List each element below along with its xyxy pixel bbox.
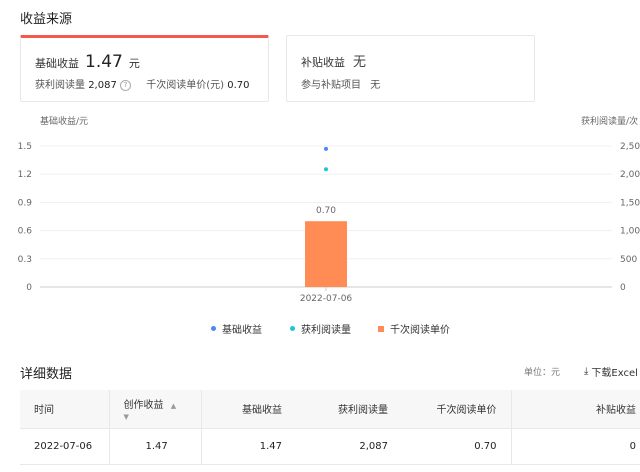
- col-header-time[interactable]: 时间: [20, 390, 110, 429]
- cell-base-income: 1.47: [201, 428, 296, 465]
- legend-reads[interactable]: 获利阅读量: [290, 321, 351, 336]
- reads-value: 2,087: [88, 80, 117, 91]
- legend-label: 千次阅读单价: [390, 325, 450, 336]
- col-header-creation-income[interactable]: 创作收益 ▲ ▼: [109, 390, 202, 429]
- cpm-label: 千次阅读单价(元): [146, 80, 225, 91]
- income-chart: 基础收益/元 获利阅读量/次 1.5 1.2 0.9 0.6 0.3 0 2,500 2,000 1…: [18, 115, 640, 304]
- cell-subsidy: 0: [511, 428, 640, 465]
- legend-label: 获利阅读量: [301, 325, 351, 336]
- right-tick-label: 0: [620, 283, 626, 293]
- cell-reads: 2,087: [296, 428, 402, 465]
- x-tick-label: 2022-07-06: [300, 294, 353, 304]
- left-tick-label: 1.5: [18, 142, 32, 152]
- legend-dot-icon: [211, 326, 216, 331]
- legend-base-income[interactable]: 基础收益: [211, 321, 262, 336]
- left-tick-label: 0: [26, 283, 32, 293]
- download-icon: ⤓: [584, 366, 589, 377]
- left-tick-label: 1.2: [18, 170, 32, 180]
- cpm-value: 0.70: [227, 80, 250, 91]
- legend-cpm[interactable]: 千次阅读单价: [378, 321, 450, 336]
- subsidy-project-label: 参与补贴项目: [301, 80, 361, 91]
- subsidy-project-value: 无: [370, 80, 381, 91]
- left-tick-label: 0.6: [18, 227, 33, 237]
- cell-time: 2022-07-06: [20, 428, 110, 465]
- section-title: 收益来源: [20, 12, 73, 27]
- reads-label: 获利阅读量: [35, 80, 85, 91]
- left-axis-label: 基础收益/元: [40, 115, 88, 127]
- base-income-value: 1.47: [85, 52, 123, 72]
- detail-title: 详细数据: [20, 367, 73, 382]
- right-tick-label: 2,500: [620, 142, 640, 152]
- col-header-base-income[interactable]: 基础收益: [201, 390, 296, 429]
- download-excel-button[interactable]: ⤓ 下载Excel: [584, 364, 638, 379]
- cell-creation-income: 1.47: [109, 428, 202, 465]
- subsidy-card[interactable]: 补贴收益 无 参与补贴项目 无: [286, 35, 535, 102]
- right-tick-label: 2,000: [620, 170, 640, 180]
- subsidy-label: 补贴收益: [301, 56, 345, 69]
- point-reads: [324, 167, 328, 172]
- right-tick-label: 1,000: [620, 227, 640, 237]
- base-income-label: 基础收益: [35, 57, 79, 70]
- left-tick-label: 0.3: [18, 255, 32, 265]
- legend-dot-icon: [290, 326, 295, 331]
- col-header-cpm[interactable]: 千次阅读单价: [402, 390, 512, 429]
- legend-label: 基础收益: [222, 325, 262, 336]
- base-income-unit: 元: [128, 57, 140, 70]
- unit-label: 单位：元: [524, 368, 561, 378]
- right-axis-label: 获利阅读量/次: [581, 115, 638, 127]
- col-header-label: 创作收益: [123, 399, 164, 411]
- table-header-row: 时间 创作收益 ▲ ▼ 基础收益 获利阅读量 千次阅读单价 补贴收益: [20, 390, 640, 429]
- base-income-card[interactable]: 基础收益 1.47 元 获利阅读量 2,087 ? 千次阅读单价(元) 0.70: [20, 35, 269, 102]
- bar-cpm: [305, 221, 347, 287]
- col-header-subsidy[interactable]: 补贴收益: [511, 390, 640, 429]
- left-tick-label: 0.9: [18, 198, 33, 208]
- col-header-reads[interactable]: 获利阅读量: [296, 390, 402, 429]
- table-row: 2022-07-06 1.47 1.47 2,087 0.70 0: [20, 428, 640, 465]
- right-tick-label: 1,500: [620, 198, 640, 208]
- legend-square-icon: [378, 325, 384, 332]
- bar-data-label: 0.70: [316, 206, 336, 216]
- right-tick-label: 500: [620, 255, 637, 265]
- subsidy-value: 无: [353, 55, 367, 70]
- detail-table: 时间 创作收益 ▲ ▼ 基础收益 获利阅读量 千次阅读单价 补贴收益 2022-0…: [20, 390, 640, 465]
- point-base-income: [324, 146, 328, 151]
- download-label: 下载Excel: [591, 368, 638, 379]
- help-icon[interactable]: ?: [120, 79, 132, 91]
- cell-cpm: 0.70: [402, 428, 512, 465]
